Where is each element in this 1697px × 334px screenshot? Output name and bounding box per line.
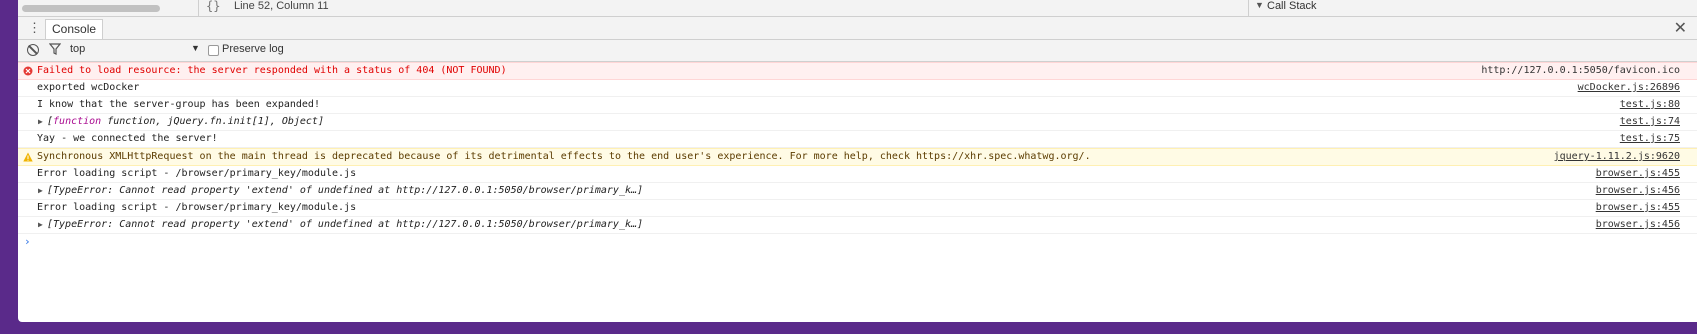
filter-icon[interactable] (49, 43, 61, 55)
message-text: I know that the server-group has been ex… (37, 99, 320, 110)
message-text: Error loading script - /browser/primary_… (37, 168, 357, 179)
console-message-object[interactable]: ▶ [TypeError: Cannot read property 'exte… (18, 217, 1697, 234)
object-keyword: function (53, 116, 102, 127)
triangle-right-icon[interactable]: ▶ (38, 183, 43, 199)
message-source-link[interactable]: test.js:75 (1620, 131, 1680, 147)
message-source-link[interactable]: browser.js:455 (1596, 200, 1680, 216)
message-text: Yay - we connected the server! (37, 133, 218, 144)
call-stack-section[interactable]: ▼ Call Stack (1248, 0, 1697, 16)
console-message-warning: Synchronous XMLHttpRequest on the main t… (18, 148, 1697, 166)
console-message: exported wcDocker wcDocker.js:26896 (18, 80, 1697, 97)
console-messages: Failed to load resource: the server resp… (18, 62, 1697, 250)
console-message: Yay - we connected the server! test.js:7… (18, 131, 1697, 148)
message-source-link[interactable]: browser.js:456 (1596, 183, 1680, 199)
error-icon (23, 66, 33, 76)
triangle-right-icon[interactable]: ▶ (38, 217, 43, 233)
console-prompt[interactable]: › (18, 234, 1697, 250)
close-icon[interactable]: ✕ (1674, 18, 1687, 38)
object-text: function, jQuery.fn.init[1], Object] (101, 116, 324, 127)
dropdown-arrow-icon[interactable]: ▼ (191, 43, 200, 53)
clear-console-icon[interactable] (27, 44, 39, 56)
call-stack-label[interactable]: Call Stack (1267, 0, 1317, 12)
console-message: Error loading script - /browser/primary_… (18, 166, 1697, 183)
console-message: Error loading script - /browser/primary_… (18, 200, 1697, 217)
console-message-object[interactable]: ▶ [TypeError: Cannot read property 'exte… (18, 183, 1697, 200)
message-source-link[interactable]: http://127.0.0.1:5050/favicon.ico (1481, 63, 1680, 79)
triangle-right-icon[interactable]: ▶ (38, 114, 43, 130)
message-object[interactable]: [function function, jQuery.fn.init[1], O… (47, 114, 324, 130)
message-source-link[interactable]: browser.js:456 (1596, 217, 1680, 233)
context-select[interactable]: top (70, 43, 85, 55)
more-tools-icon[interactable]: ⋮ (28, 20, 41, 36)
message-object[interactable]: [TypeError: Cannot read property 'extend… (47, 183, 643, 199)
message-text: exported wcDocker (37, 82, 140, 93)
tab-console[interactable]: Console (45, 19, 104, 39)
console-message: I know that the server-group has been ex… (18, 97, 1697, 114)
message-source-link[interactable]: browser.js:455 (1596, 166, 1680, 182)
navigator-pane (18, 0, 199, 16)
preserve-log-checkbox[interactable] (208, 45, 219, 56)
triangle-down-icon[interactable]: ▼ (1255, 0, 1264, 10)
console-message-error: Failed to load resource: the server resp… (18, 62, 1697, 80)
prompt-chevron-icon: › (24, 235, 31, 248)
console-toolbar: top ▼ Preserve log (18, 40, 1697, 62)
drawer-tabbar: ⋮ Console ✕ (18, 17, 1697, 40)
message-text: Error loading script - /browser/primary_… (37, 202, 357, 213)
warning-icon (23, 152, 33, 162)
message-text: Synchronous XMLHttpRequest on the main t… (37, 151, 1091, 162)
cursor-position: Line 52, Column 11 (234, 0, 329, 12)
preserve-log-label[interactable]: Preserve log (222, 43, 284, 55)
sources-panel-strip: {} Line 52, Column 11 ▼ Call Stack (18, 0, 1697, 17)
message-source-link[interactable]: test.js:80 (1620, 97, 1680, 113)
message-text: Failed to load resource: the server resp… (37, 65, 507, 76)
pretty-print-icon[interactable]: {} (206, 0, 220, 13)
message-source-link[interactable]: test.js:74 (1620, 114, 1680, 130)
message-object[interactable]: [TypeError: Cannot read property 'extend… (47, 217, 643, 233)
devtools-window: {} Line 52, Column 11 ▼ Call Stack ⋮ Con… (18, 0, 1697, 322)
message-source-link[interactable]: jquery-1.11.2.js:9620 (1554, 149, 1680, 165)
console-message-object[interactable]: ▶ [function function, jQuery.fn.init[1],… (18, 114, 1697, 131)
horizontal-scrollbar[interactable] (22, 5, 160, 12)
message-source-link[interactable]: wcDocker.js:26896 (1578, 80, 1680, 96)
